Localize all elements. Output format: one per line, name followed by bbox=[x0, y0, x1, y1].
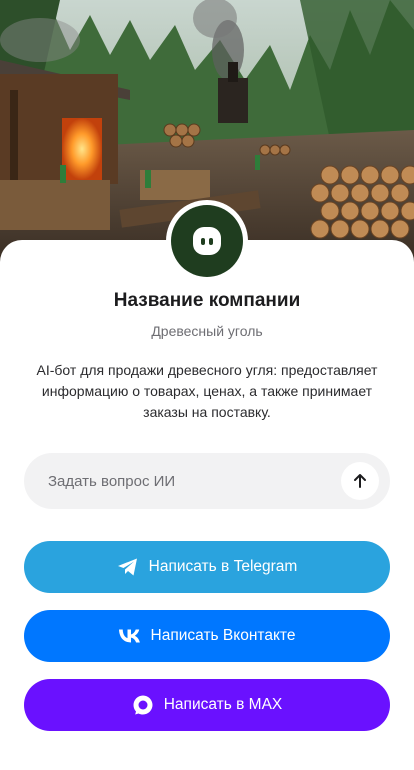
vk-icon bbox=[118, 629, 141, 643]
write-telegram-button[interactable]: Написать в Telegram bbox=[24, 541, 390, 593]
company-description: AI-бот для продажи древесного угля: пред… bbox=[36, 362, 378, 420]
write-telegram-label: Написать в Telegram bbox=[148, 558, 298, 575]
company-avatar bbox=[166, 200, 248, 282]
write-max-label: Написать в MAX bbox=[163, 696, 283, 713]
write-vk-label: Написать Вконтакте bbox=[150, 627, 296, 644]
arrow-up-icon bbox=[354, 474, 366, 488]
write-max-button[interactable]: Написать в MAX bbox=[24, 679, 390, 731]
telegram-icon bbox=[117, 557, 139, 577]
company-name: Название компании bbox=[113, 290, 301, 311]
send-button[interactable] bbox=[341, 462, 379, 500]
ask-ai-input[interactable] bbox=[24, 453, 334, 509]
max-icon bbox=[132, 694, 154, 716]
company-category: Древесный уголь bbox=[151, 323, 263, 339]
ask-ai-box bbox=[24, 453, 390, 509]
chat-bot-icon bbox=[193, 227, 221, 255]
write-vk-button[interactable]: Написать Вконтакте bbox=[24, 610, 390, 662]
avatar-badge bbox=[171, 205, 243, 277]
